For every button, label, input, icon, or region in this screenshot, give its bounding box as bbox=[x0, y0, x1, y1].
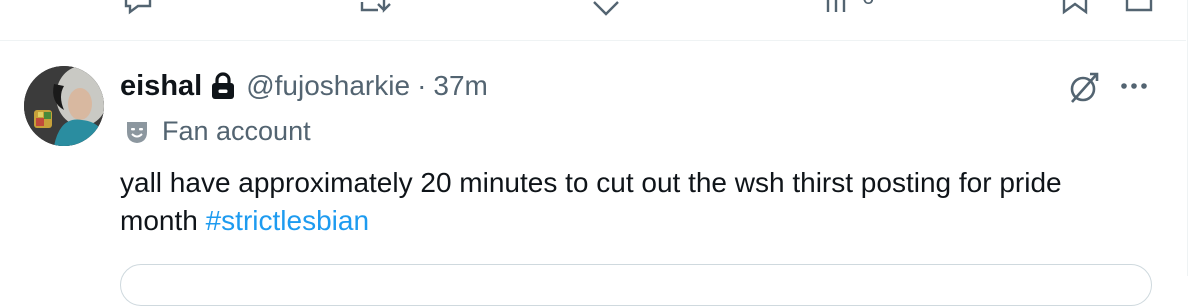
like-icon[interactable] bbox=[588, 0, 624, 23]
lock-icon bbox=[210, 71, 236, 101]
views-count: 6 bbox=[862, 0, 874, 10]
grok-icon[interactable] bbox=[1066, 70, 1102, 106]
account-label: Fan account bbox=[120, 116, 311, 147]
retweet-icon[interactable] bbox=[356, 0, 396, 23]
display-name[interactable]: eishal bbox=[120, 70, 202, 103]
reply-icon[interactable] bbox=[120, 0, 156, 23]
fan-account-label: Fan account bbox=[162, 116, 311, 146]
tweet-divider bbox=[0, 40, 1186, 41]
mask-icon bbox=[124, 119, 150, 145]
previous-tweet-action-bar: 6 bbox=[0, 0, 1200, 40]
separator-dot: · bbox=[417, 70, 427, 101]
bookmark-icon[interactable] bbox=[1058, 0, 1092, 23]
timeline-border bbox=[1187, 0, 1188, 276]
avatar[interactable] bbox=[24, 66, 104, 146]
share-icon[interactable] bbox=[1124, 0, 1154, 23]
views-icon[interactable] bbox=[822, 0, 856, 23]
tweet-text: yall have approximately 20 minutes to cu… bbox=[120, 164, 1120, 240]
tweet-header: eishal @fujosharkie · 37m bbox=[120, 68, 488, 104]
user-handle[interactable]: @fujosharkie bbox=[246, 70, 410, 102]
hashtag-link[interactable]: #strictlesbian bbox=[206, 205, 369, 236]
embedded-card[interactable] bbox=[120, 264, 1152, 306]
more-icon[interactable] bbox=[1118, 70, 1150, 102]
timestamp[interactable]: 37m bbox=[433, 70, 487, 102]
